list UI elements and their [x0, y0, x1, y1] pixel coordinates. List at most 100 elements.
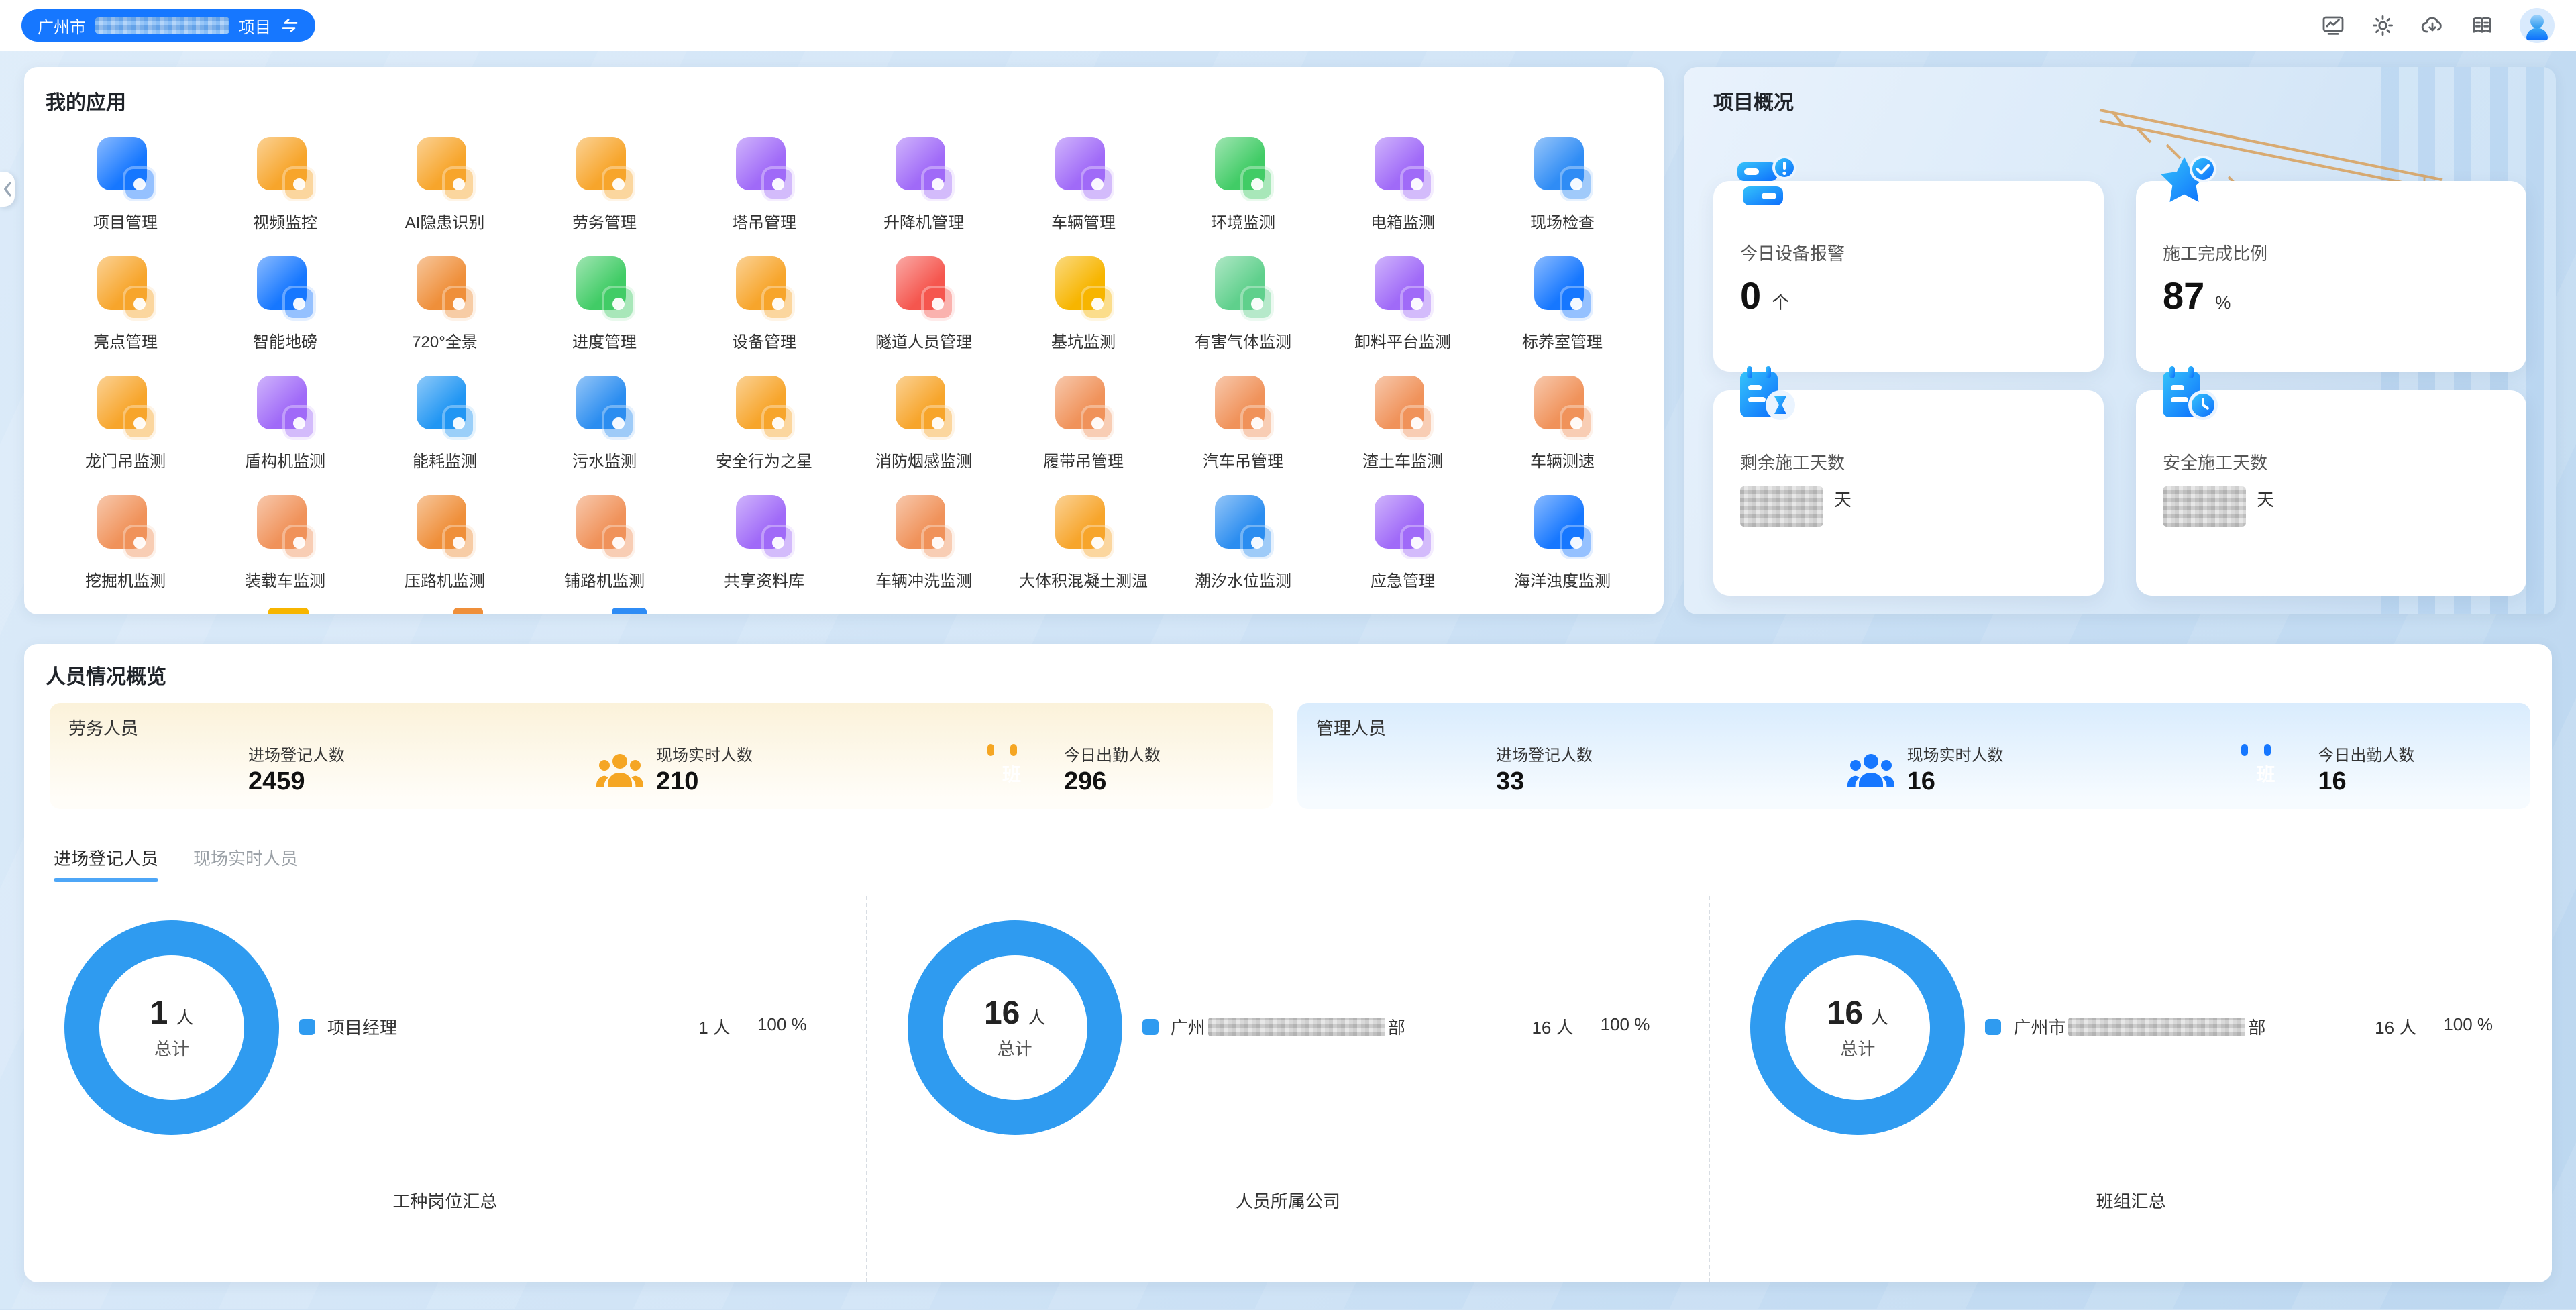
collapse-panel-handle[interactable] — [0, 172, 15, 207]
app-item-31[interactable]: 挖掘机监测 — [46, 482, 205, 601]
app-item-29[interactable]: 渣土车监测 — [1323, 362, 1483, 482]
app-icon — [252, 254, 319, 321]
app-item-33[interactable]: 压路机监测 — [365, 482, 525, 601]
app-item-32[interactable]: 装载车监测 — [205, 482, 365, 601]
app-item-24[interactable]: 污水监测 — [525, 362, 684, 482]
app-label: 潮汐水位监测 — [1195, 567, 1291, 591]
app-item-17[interactable]: 基坑监测 — [1004, 243, 1163, 362]
app-icon — [92, 373, 159, 440]
app-item-37[interactable]: 大体积混凝土测温 — [1004, 482, 1163, 601]
app-item-14[interactable]: 进度管理 — [525, 243, 684, 362]
overview-card-remaining-days: 剩余施工天数 天 — [1713, 390, 2104, 596]
tab-realtime-personnel[interactable]: 现场实时人员 — [193, 845, 298, 882]
app-icon — [1369, 492, 1436, 559]
overview-cards: 今日设备报警 0 个 施工完成比例 87 % — [1713, 181, 2526, 596]
app-item-9[interactable]: 电箱监测 — [1323, 123, 1483, 243]
app-item-15[interactable]: 设备管理 — [684, 243, 844, 362]
app-grid: 项目管理 视频监控 AI隐患识别 劳务管理 塔吊管理 升降机 — [46, 123, 1642, 601]
app-icon — [1529, 373, 1596, 440]
app-label: 铺路机监测 — [564, 567, 645, 591]
app-item-34[interactable]: 铺路机监测 — [525, 482, 684, 601]
overview-card-value-redacted — [2163, 486, 2246, 527]
app-item-12[interactable]: 智能地磅 — [205, 243, 365, 362]
tab-registered-personnel[interactable]: 进场登记人员 — [54, 845, 158, 882]
app-item-38[interactable]: 潮汐水位监测 — [1163, 482, 1323, 601]
legend-name-redacted — [1208, 1018, 1385, 1036]
stat-label: 现场实时人数 — [656, 746, 753, 766]
people-icon — [1845, 749, 1891, 795]
legend-name-prefix: 广州 — [1171, 1014, 1205, 1039]
legend-count: 1 人 — [698, 1014, 731, 1039]
legend-color-chip — [1142, 1019, 1159, 1035]
stat-value: 16 — [2318, 766, 2414, 798]
app-label: 大体积混凝土测温 — [1019, 567, 1148, 591]
star-check-icon — [2155, 152, 2222, 219]
app-item-27[interactable]: 履带吊管理 — [1004, 362, 1163, 482]
app-label: 电箱监测 — [1371, 209, 1435, 233]
app-item-22[interactable]: 盾构机监测 — [205, 362, 365, 482]
app-label: 汽车吊管理 — [1203, 448, 1283, 472]
app-item-13[interactable]: 720°全景 — [365, 243, 525, 362]
stat-value: 33 — [1496, 766, 1593, 798]
stat-value: 210 — [656, 766, 753, 798]
app-item-20[interactable]: 标养室管理 — [1483, 243, 1642, 362]
project-overview-title: 项目概况 — [1713, 86, 1794, 115]
app-item-8[interactable]: 环境监测 — [1163, 123, 1323, 243]
app-item-18[interactable]: 有害气体监测 — [1163, 243, 1323, 362]
legend-color-chip — [1985, 1019, 2001, 1035]
app-item-19[interactable]: 卸料平台监测 — [1323, 243, 1483, 362]
app-icon — [92, 492, 159, 559]
manual-book-icon[interactable] — [2470, 13, 2494, 38]
project-name-redacted — [95, 17, 229, 34]
app-item-25[interactable]: 安全行为之星 — [684, 362, 844, 482]
app-item-6[interactable]: 升降机管理 — [844, 123, 1004, 243]
app-label: 升降机管理 — [883, 209, 964, 233]
app-item-5[interactable]: 塔吊管理 — [684, 123, 844, 243]
app-item-1[interactable]: 项目管理 — [46, 123, 205, 243]
dashboard-monitor-icon[interactable] — [2321, 13, 2345, 38]
smart-site-dashboard: 广州市 项目 — [0, 0, 2576, 1309]
management-personnel-panel: 管理人员 进场登记人数 33 — [1297, 703, 2530, 809]
app-item-36[interactable]: 车辆冲洗监测 — [844, 482, 1004, 601]
app-label: 劳务管理 — [572, 209, 637, 233]
app-item-23[interactable]: 能耗监测 — [365, 362, 525, 482]
app-label: 能耗监测 — [413, 448, 477, 472]
legend-percent: 100 % — [757, 1014, 807, 1039]
app-item-3[interactable]: AI隐患识别 — [365, 123, 525, 243]
chart-company: 16人 总计 广州 部 16 人 100 % 人员所属公司 — [866, 896, 1709, 1282]
legend-name-suffix: 部 — [2248, 1014, 2265, 1039]
app-item-40[interactable]: 海洋浊度监测 — [1483, 482, 1642, 601]
app-label: 海洋浊度监测 — [1514, 567, 1611, 591]
attendance-calendar-icon: 班 — [1002, 749, 1048, 795]
app-item-35[interactable]: 共享资料库 — [684, 482, 844, 601]
calendar-clock-icon — [2155, 361, 2222, 428]
topbar-actions — [2321, 8, 2555, 43]
chart-caption: 人员所属公司 — [867, 1188, 1709, 1213]
app-item-26[interactable]: 消防烟感监测 — [844, 362, 1004, 482]
app-item-30[interactable]: 车辆测速 — [1483, 362, 1642, 482]
app-label: 车辆测速 — [1530, 448, 1595, 472]
personnel-charts: 1人 总计 项目经理 1 人 100 % 工种岗位汇总 16人 总计 — [24, 896, 2552, 1282]
project-selector[interactable]: 广州市 项目 — [21, 9, 315, 42]
app-item-16[interactable]: 隧道人员管理 — [844, 243, 1004, 362]
donut-center-label: 16人 总计 — [908, 920, 1122, 1135]
app-item-4[interactable]: 劳务管理 — [525, 123, 684, 243]
stat-label: 今日出勤人数 — [2318, 746, 2414, 766]
app-item-11[interactable]: 亮点管理 — [46, 243, 205, 362]
user-avatar[interactable] — [2520, 8, 2555, 43]
app-item-28[interactable]: 汽车吊管理 — [1163, 362, 1323, 482]
settings-gear-icon[interactable] — [2371, 13, 2395, 38]
app-item-7[interactable]: 车辆管理 — [1004, 123, 1163, 243]
app-icon — [411, 134, 478, 201]
app-item-39[interactable]: 应急管理 — [1323, 482, 1483, 601]
overview-card-safe-days: 安全施工天数 天 — [2136, 390, 2526, 596]
legend-count: 16 人 — [2375, 1014, 2416, 1039]
app-label: 有害气体监测 — [1195, 329, 1291, 352]
overview-card-label: 安全施工天数 — [2163, 449, 2505, 474]
app-icon — [571, 254, 638, 321]
cloud-download-icon[interactable] — [2420, 13, 2445, 38]
app-item-2[interactable]: 视频监控 — [205, 123, 365, 243]
app-label: 卸料平台监测 — [1354, 329, 1451, 352]
app-item-21[interactable]: 龙门吊监测 — [46, 362, 205, 482]
app-item-10[interactable]: 现场检查 — [1483, 123, 1642, 243]
